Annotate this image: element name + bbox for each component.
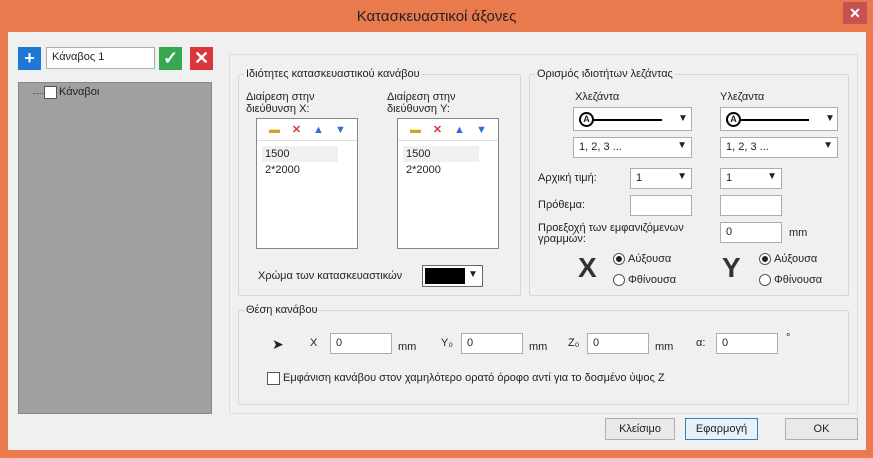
- tree-root-checkbox[interactable]: [44, 86, 57, 99]
- list-item[interactable]: 2*2000: [403, 162, 479, 178]
- x-ascending-radio[interactable]: [613, 253, 625, 265]
- y-list-toolbar: ▬ ✕ ▲ ▼: [398, 119, 498, 141]
- x-descending-radio[interactable]: [613, 274, 625, 286]
- y-unit: mm: [529, 341, 548, 353]
- y-symbol-select[interactable]: A ▼: [720, 107, 838, 131]
- x-legend-header: Χλεζάντα: [575, 91, 620, 103]
- list-item[interactable]: 1500: [403, 146, 479, 162]
- z-position-input[interactable]: 0: [587, 333, 649, 354]
- degree-symbol: °: [786, 332, 791, 344]
- z-unit: mm: [655, 341, 674, 353]
- x-position-input[interactable]: 0: [330, 333, 392, 354]
- start-value-label: Αρχική τιμή:: [538, 172, 597, 184]
- y-ascending-radio[interactable]: [759, 253, 771, 265]
- y-prefix-input[interactable]: [720, 195, 782, 216]
- grid-position-legend: Θέση κανάβου: [244, 304, 320, 316]
- add-grid-button[interactable]: +: [18, 47, 41, 70]
- folder-icon[interactable]: ▬: [408, 123, 423, 137]
- angle-input[interactable]: 0: [716, 333, 778, 354]
- chevron-down-icon: ▼: [767, 171, 777, 182]
- window-close-button[interactable]: ✕: [843, 2, 867, 24]
- z-position-label: Z₀: [568, 337, 580, 349]
- x-numbering-value: 1, 2, 3 ...: [579, 141, 622, 153]
- y-division-label: Διαίρεση στην διεύθυνση Y:: [387, 91, 456, 115]
- grid-position-group: [238, 310, 849, 405]
- grid-tree[interactable]: Κάναβοι: [18, 82, 212, 414]
- apply-button[interactable]: Εφαρμογή: [685, 418, 758, 440]
- confirm-name-button[interactable]: ✓: [159, 47, 182, 70]
- color-picker[interactable]: ▼: [422, 265, 483, 287]
- x-unit: mm: [398, 341, 417, 353]
- close-button[interactable]: Κλείσιμο: [605, 418, 675, 440]
- x-ascending-label: Αύξουσα: [628, 253, 672, 265]
- lower-floor-label: Εμφάνιση κανάβου στον χαμηλότερο ορατό ό…: [283, 372, 665, 384]
- axis-bubble-icon: A: [579, 112, 594, 127]
- y-start-value: 1: [726, 172, 733, 184]
- title-bar[interactable]: Κατασκευαστικοί άξονες ✕: [0, 0, 873, 32]
- y-numbering-select[interactable]: 1, 2, 3 ... ▼: [720, 137, 838, 158]
- x-prefix-input[interactable]: [630, 195, 692, 216]
- angle-label: α:: [696, 337, 706, 349]
- chevron-down-icon: ▼: [677, 140, 687, 151]
- arrow-up-icon[interactable]: ▲: [452, 123, 467, 137]
- y-descending-label: Φθίνουσα: [774, 274, 823, 286]
- axis-line: [594, 119, 662, 121]
- x-axis-letter: X: [578, 252, 597, 283]
- delete-icon[interactable]: ✕: [430, 123, 445, 137]
- list-item[interactable]: 1500: [262, 146, 338, 162]
- window-title: Κατασκευαστικοί άξονες: [356, 8, 517, 25]
- prefix-label: Πρόθεμα:: [538, 199, 586, 211]
- x-descending-label: Φθίνουσα: [628, 274, 677, 286]
- chevron-down-icon: ▼: [678, 113, 688, 124]
- arrow-down-icon[interactable]: ▼: [474, 123, 489, 137]
- x-position-label: X: [310, 337, 318, 349]
- y-descending-radio[interactable]: [759, 274, 771, 286]
- list-item[interactable]: 2*2000: [262, 162, 338, 178]
- extension-unit: mm: [789, 227, 808, 239]
- chevron-down-icon: ▼: [468, 269, 478, 280]
- y-ascending-label: Αύξουσα: [774, 253, 818, 265]
- cancel-name-button[interactable]: ✕: [190, 47, 213, 70]
- grid-name-input[interactable]: Κάναβος 1: [46, 47, 155, 69]
- y-start-select[interactable]: 1 ▼: [720, 168, 782, 189]
- y-position-label: Y₀: [441, 337, 453, 349]
- chevron-down-icon: ▼: [825, 113, 835, 124]
- lower-floor-checkbox[interactable]: [267, 372, 280, 385]
- ok-button[interactable]: OK: [785, 418, 858, 440]
- tree-root-label[interactable]: Κάναβοι: [59, 86, 99, 98]
- x-list-toolbar: ▬ ✕ ▲ ▼: [257, 119, 357, 141]
- x-numbering-select[interactable]: 1, 2, 3 ... ▼: [573, 137, 692, 158]
- color-swatch: [425, 268, 465, 284]
- color-label: Χρώμα των κατασκευαστικών: [258, 270, 403, 282]
- dialog-client: + Κάναβος 1 ✓ ✕ Κάναβοι Ιδιότητες κατασκ…: [8, 32, 866, 450]
- axis-line: [741, 119, 809, 121]
- x-start-value: 1: [636, 172, 643, 184]
- y-numbering-value: 1, 2, 3 ...: [726, 141, 769, 153]
- axis-bubble-icon: A: [726, 112, 741, 127]
- x-start-select[interactable]: 1 ▼: [630, 168, 692, 189]
- grid-properties-legend: Ιδιότητες κατασκευαστικού κανάβου: [244, 68, 422, 80]
- extension-input[interactable]: 0: [720, 222, 782, 243]
- extension-label: Προεξοχή των εμφανιζόμενων γραμμών:: [538, 222, 684, 245]
- chevron-down-icon: ▼: [677, 171, 687, 182]
- legend-properties-legend: Ορισμός ιδιοτήτων λεζάντας: [535, 68, 675, 80]
- x-division-list[interactable]: ▬ ✕ ▲ ▼ 1500 2*2000: [256, 118, 358, 249]
- x-symbol-select[interactable]: A ▼: [573, 107, 692, 131]
- y-division-list[interactable]: ▬ ✕ ▲ ▼ 1500 2*2000: [397, 118, 499, 249]
- folder-icon[interactable]: ▬: [267, 123, 282, 137]
- y-axis-letter: Y: [722, 252, 741, 283]
- dialog-window: Κατασκευαστικοί άξονες ✕ + Κάναβος 1 ✓ ✕…: [0, 0, 873, 458]
- y-legend-header: Yλεζαντα: [720, 91, 765, 103]
- cursor-icon: ➤: [272, 336, 284, 352]
- arrow-down-icon[interactable]: ▼: [333, 123, 348, 137]
- x-division-label: Διαίρεση στην διεύθυνση X:: [246, 91, 315, 115]
- arrow-up-icon[interactable]: ▲: [311, 123, 326, 137]
- chevron-down-icon: ▼: [823, 140, 833, 151]
- delete-icon[interactable]: ✕: [289, 123, 304, 137]
- y-position-input[interactable]: 0: [461, 333, 523, 354]
